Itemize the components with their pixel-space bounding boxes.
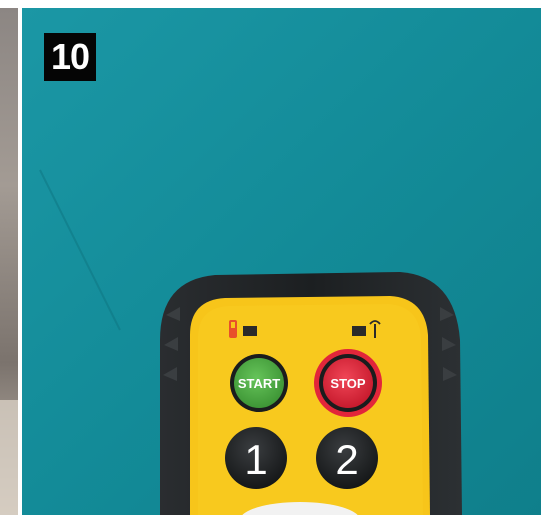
step-number-badge: 10 bbox=[44, 33, 96, 81]
start-button[interactable]: START bbox=[230, 354, 288, 412]
stop-button-label: STOP bbox=[330, 376, 365, 391]
stop-button[interactable]: STOP bbox=[314, 349, 382, 417]
start-button-label: START bbox=[238, 376, 280, 391]
button-2-label: 2 bbox=[335, 436, 358, 483]
button-1[interactable]: 1 bbox=[225, 427, 287, 489]
remote-control: START STOP 1 2 bbox=[160, 272, 462, 515]
button-2[interactable]: 2 bbox=[316, 427, 378, 489]
button-1-label: 1 bbox=[244, 436, 267, 483]
